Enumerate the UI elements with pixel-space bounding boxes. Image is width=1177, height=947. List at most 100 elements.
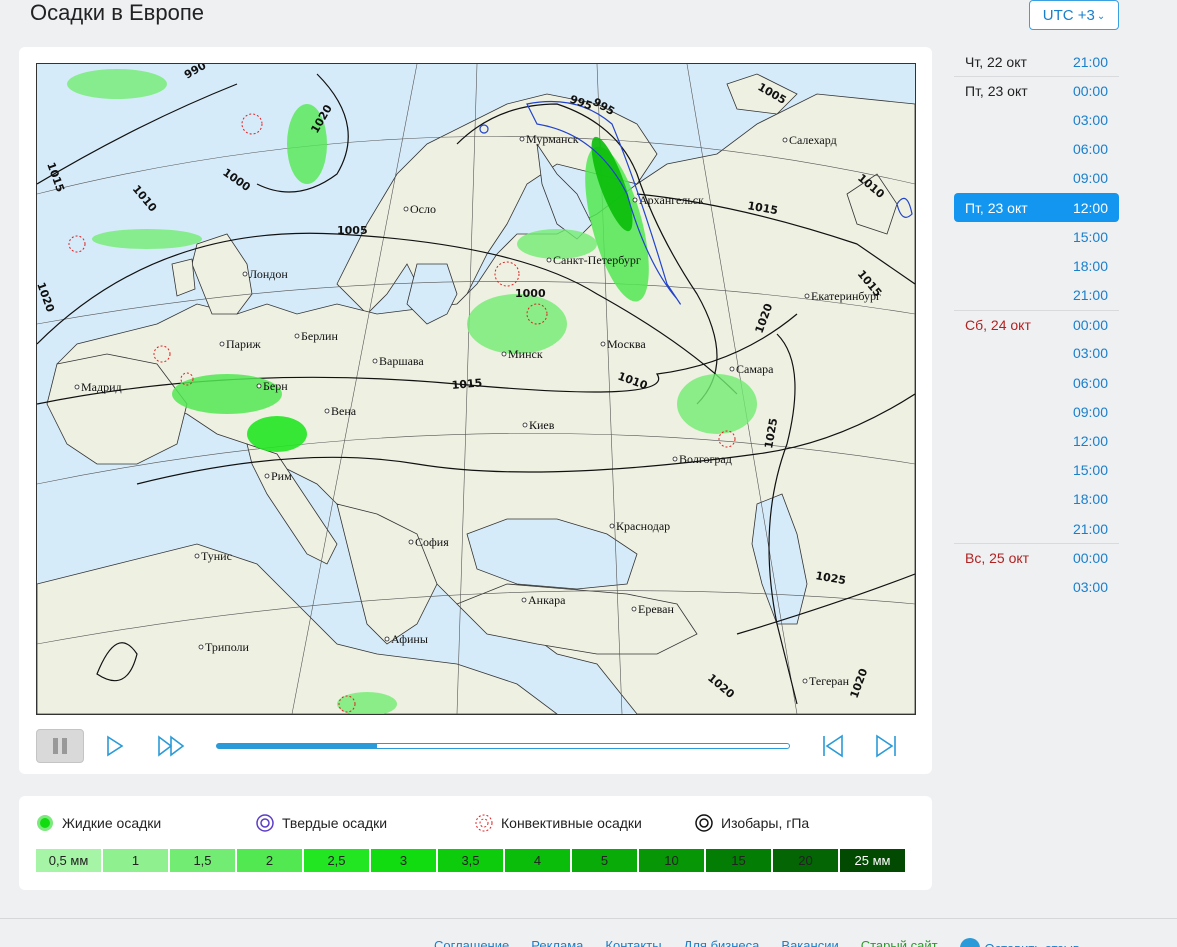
footer-link[interactable]: Соглашение [434,938,509,947]
city-dot [372,358,378,364]
time-slot-day: Сб, 24 окт [965,316,1031,333]
scale-cell: 25 мм [840,849,905,872]
city-label: Екатеринбург [811,289,881,303]
city-marker: Минск [501,347,543,361]
city-label: Мадрид [81,380,122,394]
time-slot[interactable]: Вс, 25 окт 00:00 [954,543,1119,572]
city-marker: Санкт-Петербург [546,253,641,267]
city-label: Москва [607,337,646,351]
skip-to-start-button[interactable] [818,729,848,763]
page-title: Осадки в Европе [30,0,204,25]
city-label: Афины [391,632,428,646]
scale-cell: 1 [103,849,168,872]
time-slot[interactable]: 21:00 [954,281,1119,310]
scale-cell: 1,5 [170,849,235,872]
city-label: София [415,535,449,549]
city-marker: Афины [384,632,428,646]
footer-link[interactable]: Вакансии [781,938,838,947]
city-label: Лондон [249,267,288,281]
city-marker: Мурманск [519,132,579,146]
time-slot[interactable]: 12:00 [954,426,1119,455]
time-slot-day: Пт, 23 окт [965,83,1028,100]
time-slot[interactable]: 15:00 [954,456,1119,485]
time-slot-hour: 12:00 [1072,433,1108,450]
scale-cell: 2,5 [304,849,369,872]
footer-link[interactable]: Реклама [531,938,583,947]
time-slot[interactable]: 03:00 [954,572,1119,601]
feedback-button[interactable]: Оставить отзыв [959,938,1080,947]
city-dot [804,293,810,299]
time-slot-hour: 06:00 [1072,374,1108,391]
time-slot[interactable]: 21:00 [954,514,1119,543]
time-slot-hour: 15:00 [1072,228,1108,245]
city-marker: Ереван [631,602,674,616]
time-slot-hour: 18:00 [1072,491,1108,508]
play-icon [107,735,124,757]
time-slot-hour: 21:00 [1072,287,1108,304]
time-slot[interactable]: 09:00 [954,397,1119,426]
map-panel: 995 990 1015 1010 1000 1005 1020 995 1005 1015 101… [19,47,932,774]
time-slot[interactable]: 18:00 [954,251,1119,280]
footer-link[interactable]: Контакты [605,938,661,947]
city-dot [782,137,788,143]
city-label: Минск [508,347,543,361]
footer: Соглашение Реклама Контакты Для бизнеса Вака… [0,918,1177,947]
play-button[interactable] [100,729,130,763]
city-label: Киев [529,418,555,432]
city-label: Архангельск [639,193,704,207]
city-dot [403,206,409,212]
time-slot-hour: 00:00 [1072,316,1108,333]
time-slot-hour: 03:00 [1072,578,1108,595]
scale-cell: 15 [706,849,771,872]
city-dot [242,271,248,277]
city-label: Волгоград [679,452,732,466]
city-marker: Лондон [242,267,288,281]
time-slot[interactable]: 09:00 [954,164,1119,193]
time-slot[interactable]: 03:00 [954,339,1119,368]
footer-links: Соглашение Реклама Контакты Для бизнеса Вака… [434,938,1080,947]
time-slot[interactable]: 06:00 [954,135,1119,164]
time-slot[interactable]: 06:00 [954,368,1119,397]
timeline-slider[interactable] [216,743,790,749]
city-label: Санкт-Петербург [553,253,641,267]
time-slot[interactable]: Пт, 23 окт 12:00 [954,192,1119,223]
city-dot [631,606,637,612]
city-marker: Тунис [194,549,232,563]
city-marker: Краснодар [609,519,670,533]
city-marker: Париж [219,337,261,351]
city-dot [729,366,735,372]
city-dot [609,523,615,529]
time-slot[interactable]: 03:00 [954,105,1119,134]
city-label: Осло [410,202,436,216]
fast-forward-button[interactable] [152,729,192,763]
time-slot[interactable]: 15:00 [954,222,1119,251]
precipitation-map[interactable]: 995 990 1015 1010 1000 1005 1020 995 1005 1015 101… [36,63,916,715]
city-dot [408,539,414,545]
scale-cell: 3 [371,849,436,872]
time-slot[interactable]: Пт, 23 окт 00:00 [954,76,1119,105]
feedback-label: Оставить отзыв [985,941,1080,947]
time-slot[interactable]: Чт, 22 окт 21:00 [954,47,1119,76]
skip-to-end-button[interactable] [871,729,901,763]
precip-scale: 0,5 мм 1 1,5 2 2,5 3 3,5 4 5 10 15 20 25 мм [36,849,905,872]
city-label: Париж [226,337,261,351]
city-label: Берлин [301,329,338,343]
time-slot[interactable]: 18:00 [954,485,1119,514]
city-label: Рим [271,469,292,483]
time-slot-hour: 00:00 [1072,550,1108,567]
scale-cell: 0,5 мм [36,849,101,872]
time-slot-hour: 09:00 [1072,403,1108,420]
pause-button[interactable] [36,729,84,763]
city-dot [324,408,330,414]
city-dot [802,678,808,684]
legend-isobars-label: Изобары, гПа [721,815,810,831]
time-slot[interactable]: Сб, 24 окт 00:00 [954,309,1119,339]
isobar-label: 1005 [337,224,368,237]
solid-precip-icon [256,814,274,832]
timezone-selector[interactable]: UTC +3 ⌄ [1029,0,1119,30]
footer-link[interactable]: Старый сайт [861,938,938,947]
footer-link[interactable]: Для бизнеса [684,938,760,947]
isobar-label: 1000 [515,287,546,300]
time-slot-hour: 21:00 [1072,520,1108,537]
city-label: Вена [331,404,357,418]
